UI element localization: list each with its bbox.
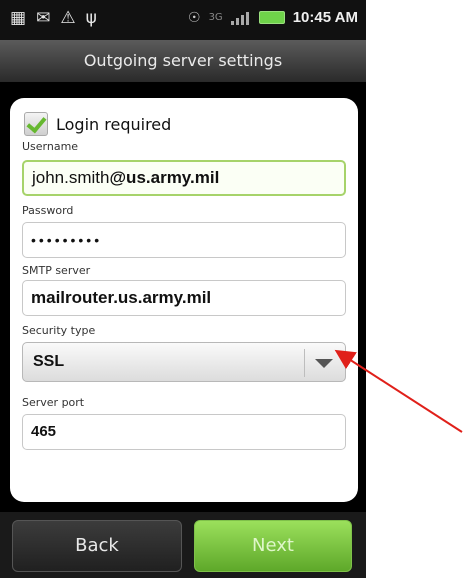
annotation-arrow — [334, 349, 463, 433]
